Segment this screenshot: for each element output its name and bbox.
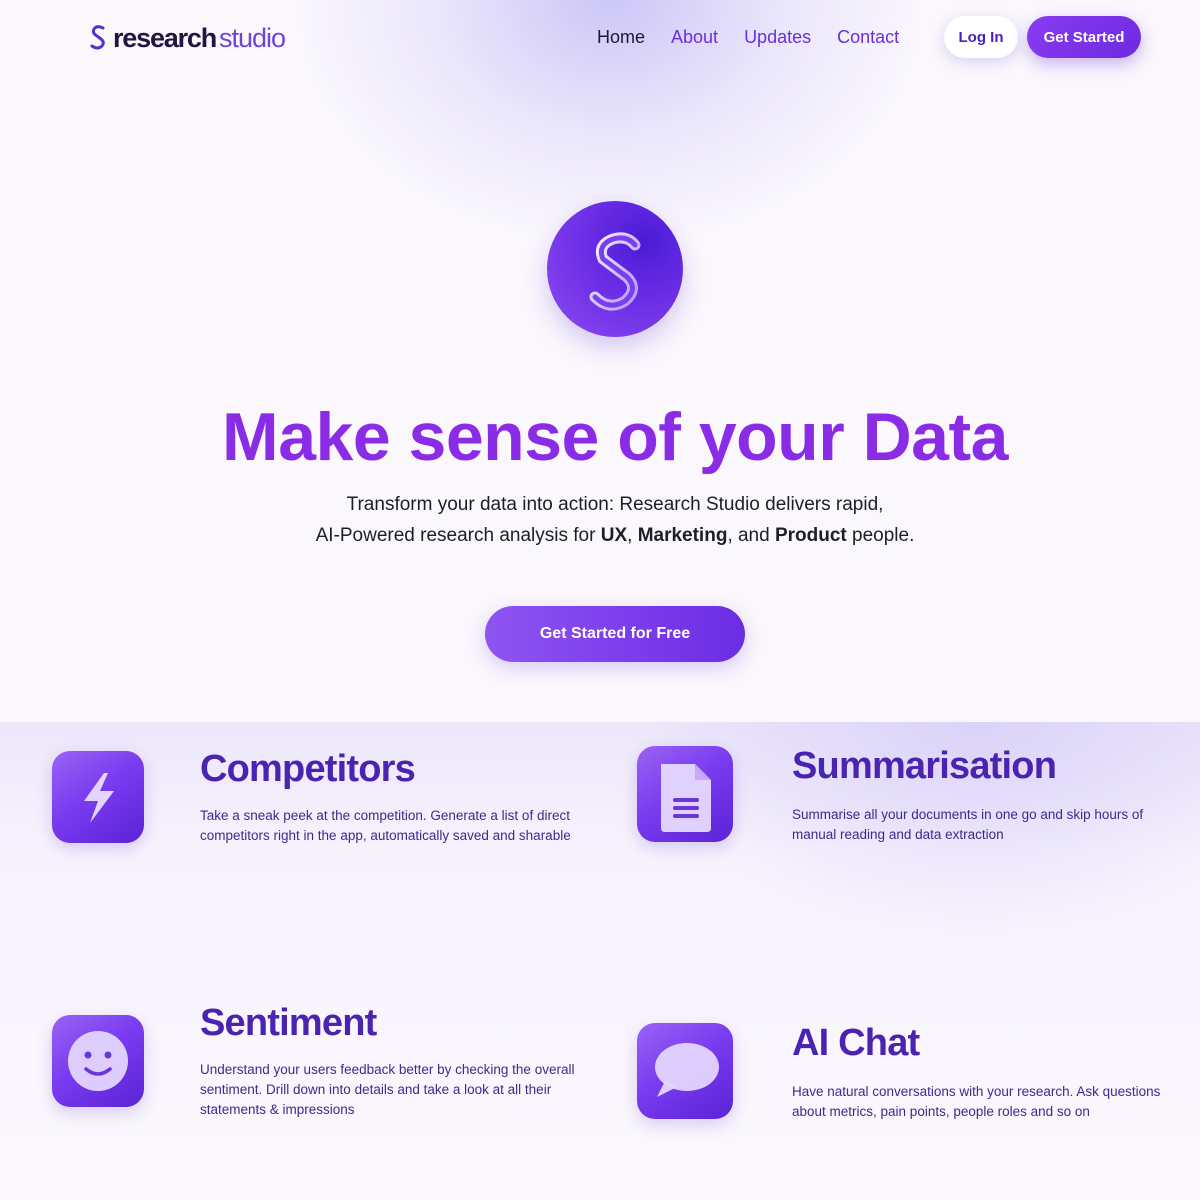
chat-bubble-icon: [637, 1023, 733, 1119]
document-icon: [637, 746, 733, 842]
feature-title-summarisation: Summarisation: [792, 745, 1057, 787]
site-header: research studio Home About Updates Conta…: [0, 0, 1200, 76]
main-nav: Home About Updates Contact: [597, 24, 899, 50]
hero-subtitle-line-1: Transform your data into action: Researc…: [346, 494, 884, 515]
brand-name-bold: research: [113, 22, 217, 53]
lightning-icon: [52, 751, 144, 843]
audience-marketing: Marketing: [637, 525, 728, 546]
nav-about[interactable]: About: [671, 27, 718, 48]
logo-s-icon: [88, 24, 110, 52]
nav-home[interactable]: Home: [597, 27, 645, 48]
login-button[interactable]: Log In: [944, 16, 1018, 58]
hero-subtitle-line-2: AI-Powered research analysis for UX, Mar…: [315, 525, 915, 546]
hero-logo-icon: [547, 201, 683, 337]
feature-title-ai-chat: AI Chat: [792, 1022, 920, 1064]
feature-desc-summarisation: Summarise all your documents in one go a…: [792, 807, 1144, 842]
feature-title-sentiment: Sentiment: [200, 1002, 377, 1044]
nav-contact[interactable]: Contact: [837, 27, 899, 48]
get-started-button[interactable]: Get Started: [1027, 16, 1141, 58]
nav-updates[interactable]: Updates: [744, 27, 811, 48]
audience-product: Product: [774, 525, 847, 546]
feature-desc-sentiment: Understand your users feedback better by…: [200, 1062, 575, 1117]
brand-logo[interactable]: research studio: [88, 22, 286, 54]
audience-ux: UX: [600, 525, 628, 546]
hero-subtitle: Transform your data into action: Researc…: [0, 489, 1200, 551]
get-started-free-button[interactable]: Get Started for Free: [485, 606, 745, 662]
brand-name-light: studio: [219, 22, 286, 53]
feature-desc-competitors: Take a sneak peek at the competition. Ge…: [200, 808, 571, 843]
hero-title: Make sense of your Data: [222, 399, 1008, 475]
smiley-icon: [52, 1015, 144, 1107]
feature-desc-ai-chat: Have natural conversations with your res…: [792, 1084, 1161, 1119]
feature-title-competitors: Competitors: [200, 748, 416, 790]
